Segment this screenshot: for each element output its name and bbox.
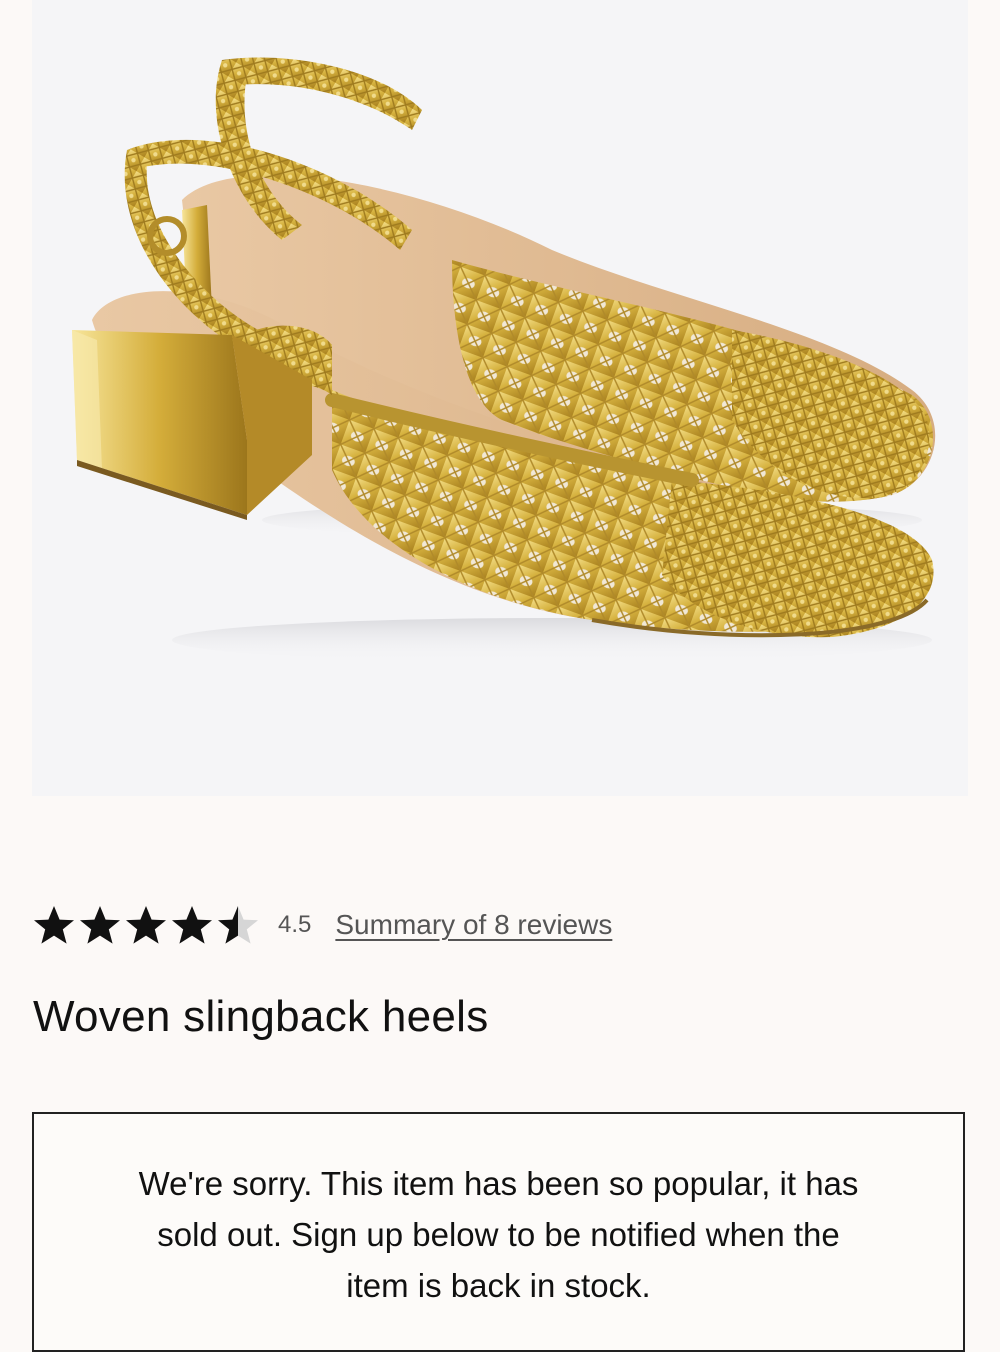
- rating-value: 4.5: [278, 911, 312, 938]
- reviews-summary-link[interactable]: Summary of 8 reviews: [335, 909, 612, 941]
- sold-out-message: We're sorry. This item has been so popul…: [138, 1165, 859, 1304]
- star-icon: [32, 904, 76, 946]
- sold-out-notice: We're sorry. This item has been so popul…: [32, 1112, 965, 1352]
- star-icon: [124, 904, 168, 946]
- product-image[interactable]: [32, 0, 968, 796]
- product-title: Woven slingback heels: [33, 992, 489, 1041]
- star-icon: [78, 904, 122, 946]
- rating-stars[interactable]: [32, 904, 260, 946]
- star-icon: [170, 904, 214, 946]
- star-icon: [216, 904, 260, 946]
- shoe-photo: [72, 57, 936, 662]
- rating-row: 4.5 Summary of 8 reviews: [32, 900, 612, 950]
